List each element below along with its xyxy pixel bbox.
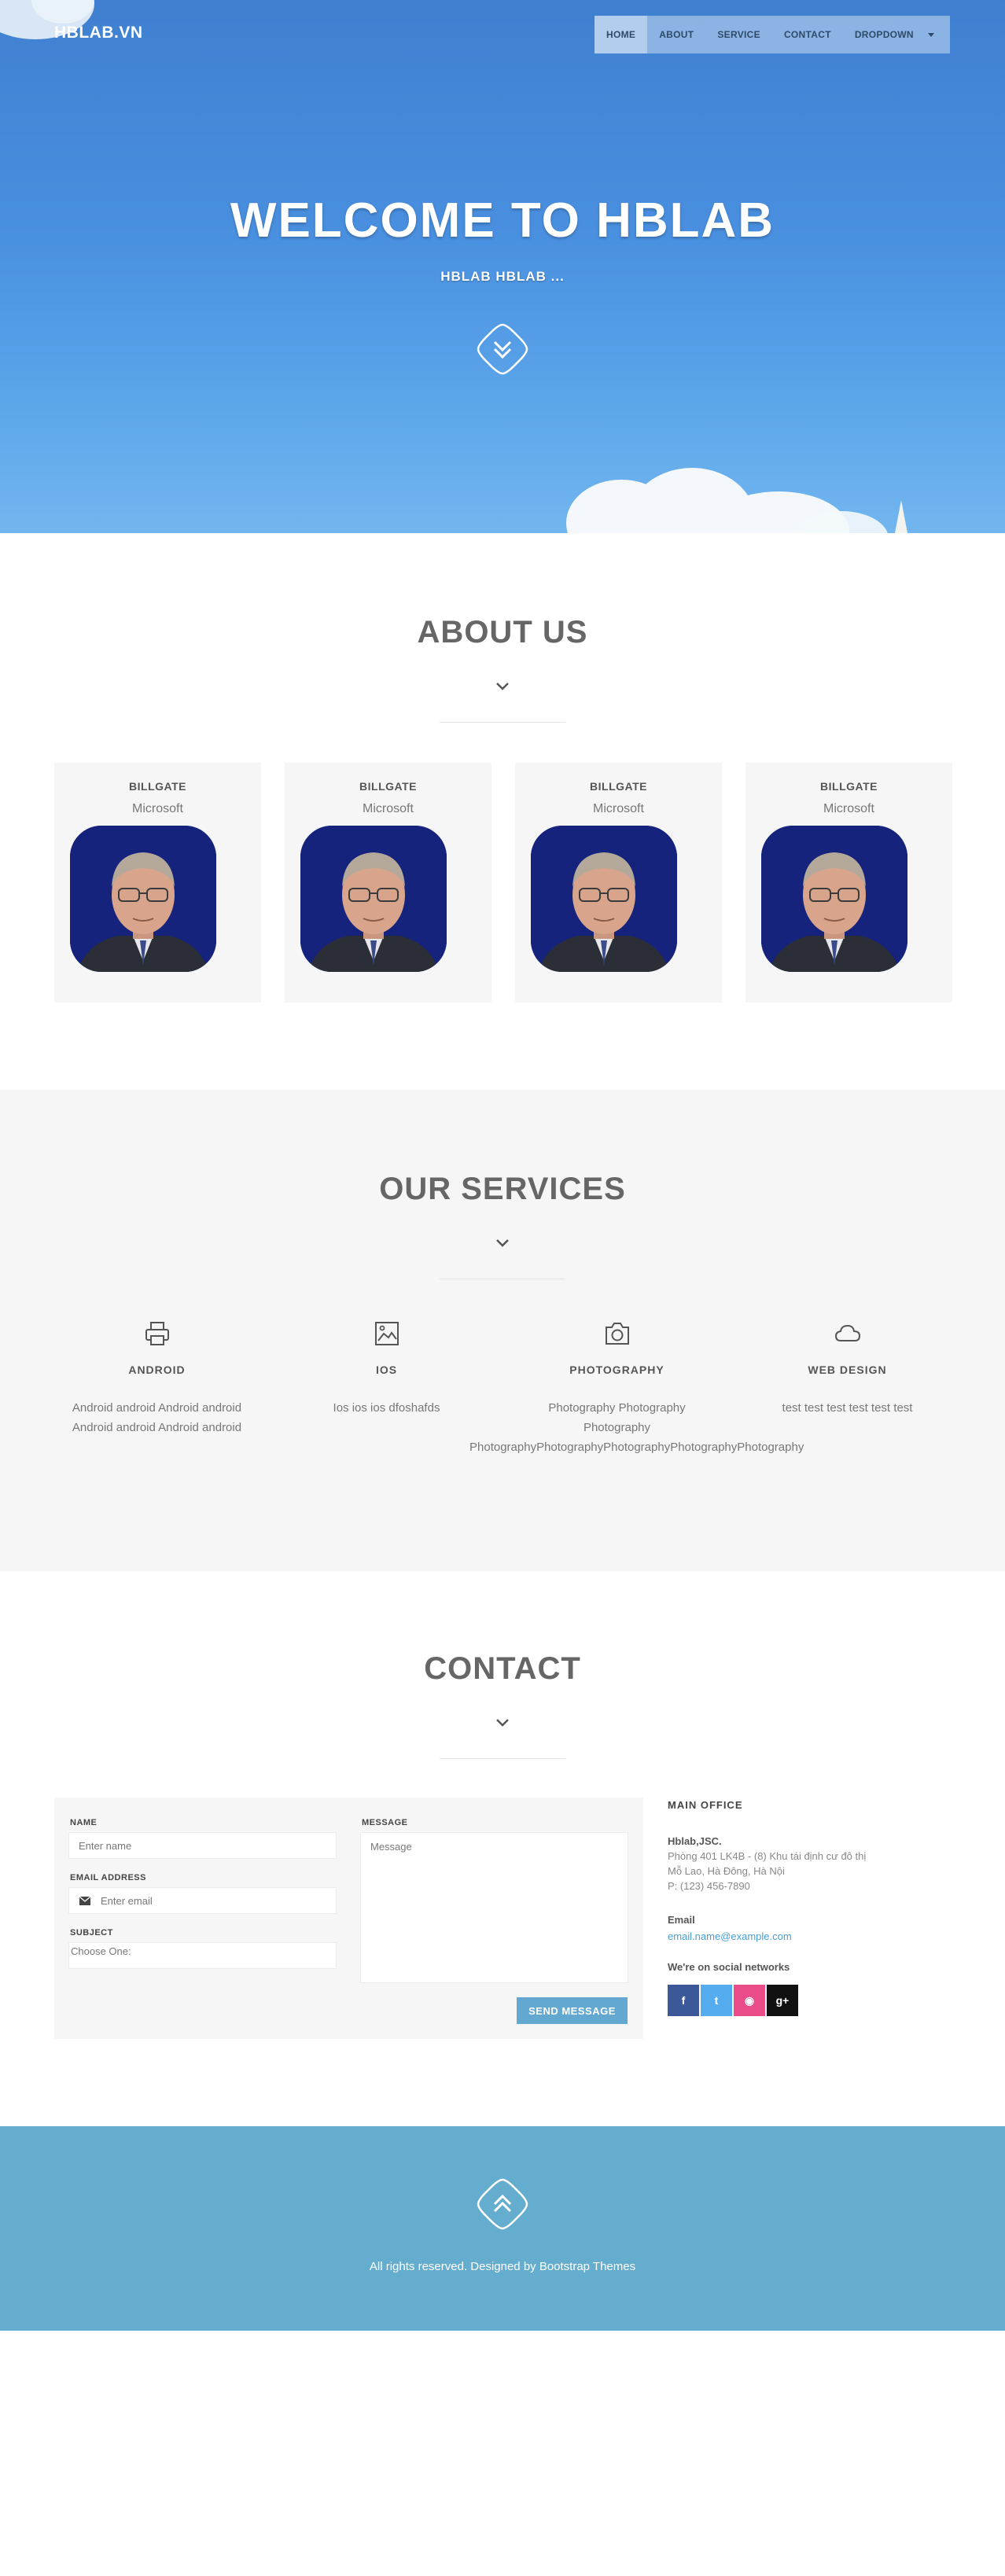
office-company: Hblab,JSC. — [668, 1835, 722, 1847]
nav-contact[interactable]: CONTACT — [772, 16, 843, 53]
nav-dropdown-label: DROPDOWN — [854, 29, 914, 40]
about-title: ABOUT US — [417, 615, 588, 650]
member-company: Microsoft — [363, 802, 414, 815]
office-address-line: Mỗ Lao, Hà Đông, Hà Nội — [668, 1865, 785, 1877]
member-company: Microsoft — [823, 802, 874, 815]
service-title: IOS — [375, 1363, 398, 1376]
member-card: BILLGATE Microsoft — [285, 763, 491, 1003]
hero-title: WELCOME TO HBLAB — [230, 193, 775, 248]
hero-subtitle: HBLAB HBLAB ... — [440, 269, 565, 284]
google-plus-icon[interactable]: g+ — [767, 1985, 798, 2016]
services-title: OUR SERVICES — [379, 1172, 626, 1206]
scroll-down-icon[interactable] — [475, 322, 530, 377]
service-title: ANDROID — [128, 1363, 186, 1376]
cloud-icon — [834, 1324, 860, 1341]
service-line: Android android Android android — [72, 1401, 242, 1415]
avatar — [531, 826, 677, 972]
main-nav: HOME ABOUT SERVICE CONTACT DROPDOWN — [595, 16, 950, 53]
send-message-button[interactable]: SEND MESSAGE — [517, 1997, 628, 2024]
subject-label: SUBJECT — [70, 1928, 113, 1938]
service-title: PHOTOGRAPHY — [569, 1363, 664, 1376]
service-line: Photography Photography — [548, 1401, 686, 1415]
service-title: WEB DESIGN — [808, 1363, 887, 1376]
service-line: test test test test test test — [782, 1401, 913, 1415]
footer: All rights reserved. Designed by Bootstr… — [0, 2126, 1005, 2331]
office-phone: P: (123) 456-7890 — [668, 1880, 750, 1892]
footer-copyright: All rights reserved. Designed by Bootstr… — [369, 2260, 636, 2273]
monument-decoration — [895, 500, 907, 533]
service-description: Android android Android android Android … — [41, 1398, 273, 1437]
nav-about[interactable]: ABOUT — [647, 16, 705, 53]
avatar — [761, 826, 907, 972]
twitter-icon[interactable]: t — [701, 1985, 732, 2016]
chevron-down-icon — [496, 1239, 509, 1247]
office-address-line: Phòng 401 LK4B - (8) Khu tái định cư đô … — [668, 1850, 867, 1862]
member-card: BILLGATE Microsoft — [515, 763, 722, 1003]
office-email-link[interactable]: email.name@example.com — [668, 1930, 792, 1942]
caret-down-icon — [927, 32, 934, 37]
image-icon — [374, 1322, 399, 1345]
avatar — [300, 826, 447, 972]
service-item: PHOTOGRAPHY Photography Photography Phot… — [469, 1319, 804, 1457]
envelope-icon — [69, 1888, 101, 1913]
member-name: BILLGATE — [359, 780, 417, 793]
service-line: PhotographyPhotographyPhotographyPhotogr… — [469, 1441, 804, 1454]
email-input[interactable]: Enter email — [68, 1887, 337, 1914]
office-title: MAIN OFFICE — [668, 1799, 743, 1811]
brand-logo[interactable]: HBLAB.VN — [54, 24, 143, 42]
member-card: BILLGATE Microsoft — [54, 763, 261, 1003]
message-label: MESSAGE — [362, 1818, 408, 1827]
nav-service[interactable]: SERVICE — [705, 16, 772, 53]
member-name: BILLGATE — [820, 780, 878, 793]
chevron-down-icon — [496, 683, 509, 690]
service-item: ANDROID Android android Android android … — [41, 1319, 273, 1437]
divider — [440, 1758, 565, 1759]
service-line: Photography — [583, 1421, 651, 1434]
nav-dropdown[interactable]: DROPDOWN — [843, 16, 946, 53]
avatar — [70, 826, 216, 972]
service-item: IOS Ios ios ios dfoshafds — [271, 1319, 502, 1418]
name-label: NAME — [70, 1818, 98, 1827]
service-description: Photography Photography Photography Phot… — [469, 1398, 804, 1457]
camera-icon — [605, 1323, 629, 1345]
subject-select[interactable]: Choose One: — [68, 1942, 337, 1969]
member-name: BILLGATE — [590, 780, 647, 793]
service-description: Ios ios ios dfoshafds — [271, 1398, 502, 1418]
email-heading: Email — [668, 1914, 695, 1926]
email-placeholder: Enter email — [101, 1894, 153, 1907]
chevron-down-icon — [496, 1719, 509, 1727]
nav-home[interactable]: HOME — [595, 16, 648, 53]
member-company: Microsoft — [132, 802, 183, 815]
divider — [440, 722, 565, 723]
name-input[interactable]: Enter name — [68, 1832, 337, 1859]
service-line: Android android Android android — [72, 1421, 242, 1434]
member-company: Microsoft — [593, 802, 644, 815]
member-name: BILLGATE — [129, 780, 186, 793]
dribbble-icon[interactable]: ◉ — [734, 1985, 765, 2016]
message-textarea[interactable]: Message — [360, 1832, 628, 1983]
service-description: test test test test test test — [731, 1398, 963, 1418]
facebook-icon[interactable]: f — [668, 1985, 699, 2016]
service-line: Ios ios ios dfoshafds — [333, 1401, 440, 1415]
social-heading: We're on social networks — [668, 1961, 790, 1973]
email-label: EMAIL ADDRESS — [70, 1873, 146, 1882]
hero-section: HBLAB.VN HOME ABOUT SERVICE CONTACT DROP… — [0, 0, 1005, 533]
contact-form: NAME Enter name EMAIL ADDRESS Enter emai… — [54, 1798, 643, 2039]
service-item: WEB DESIGN test test test test test test — [731, 1319, 963, 1418]
printer-icon — [145, 1322, 169, 1345]
contact-title: CONTACT — [424, 1651, 581, 1686]
member-card: BILLGATE Microsoft — [745, 763, 952, 1003]
scroll-up-icon[interactable] — [475, 2177, 530, 2232]
